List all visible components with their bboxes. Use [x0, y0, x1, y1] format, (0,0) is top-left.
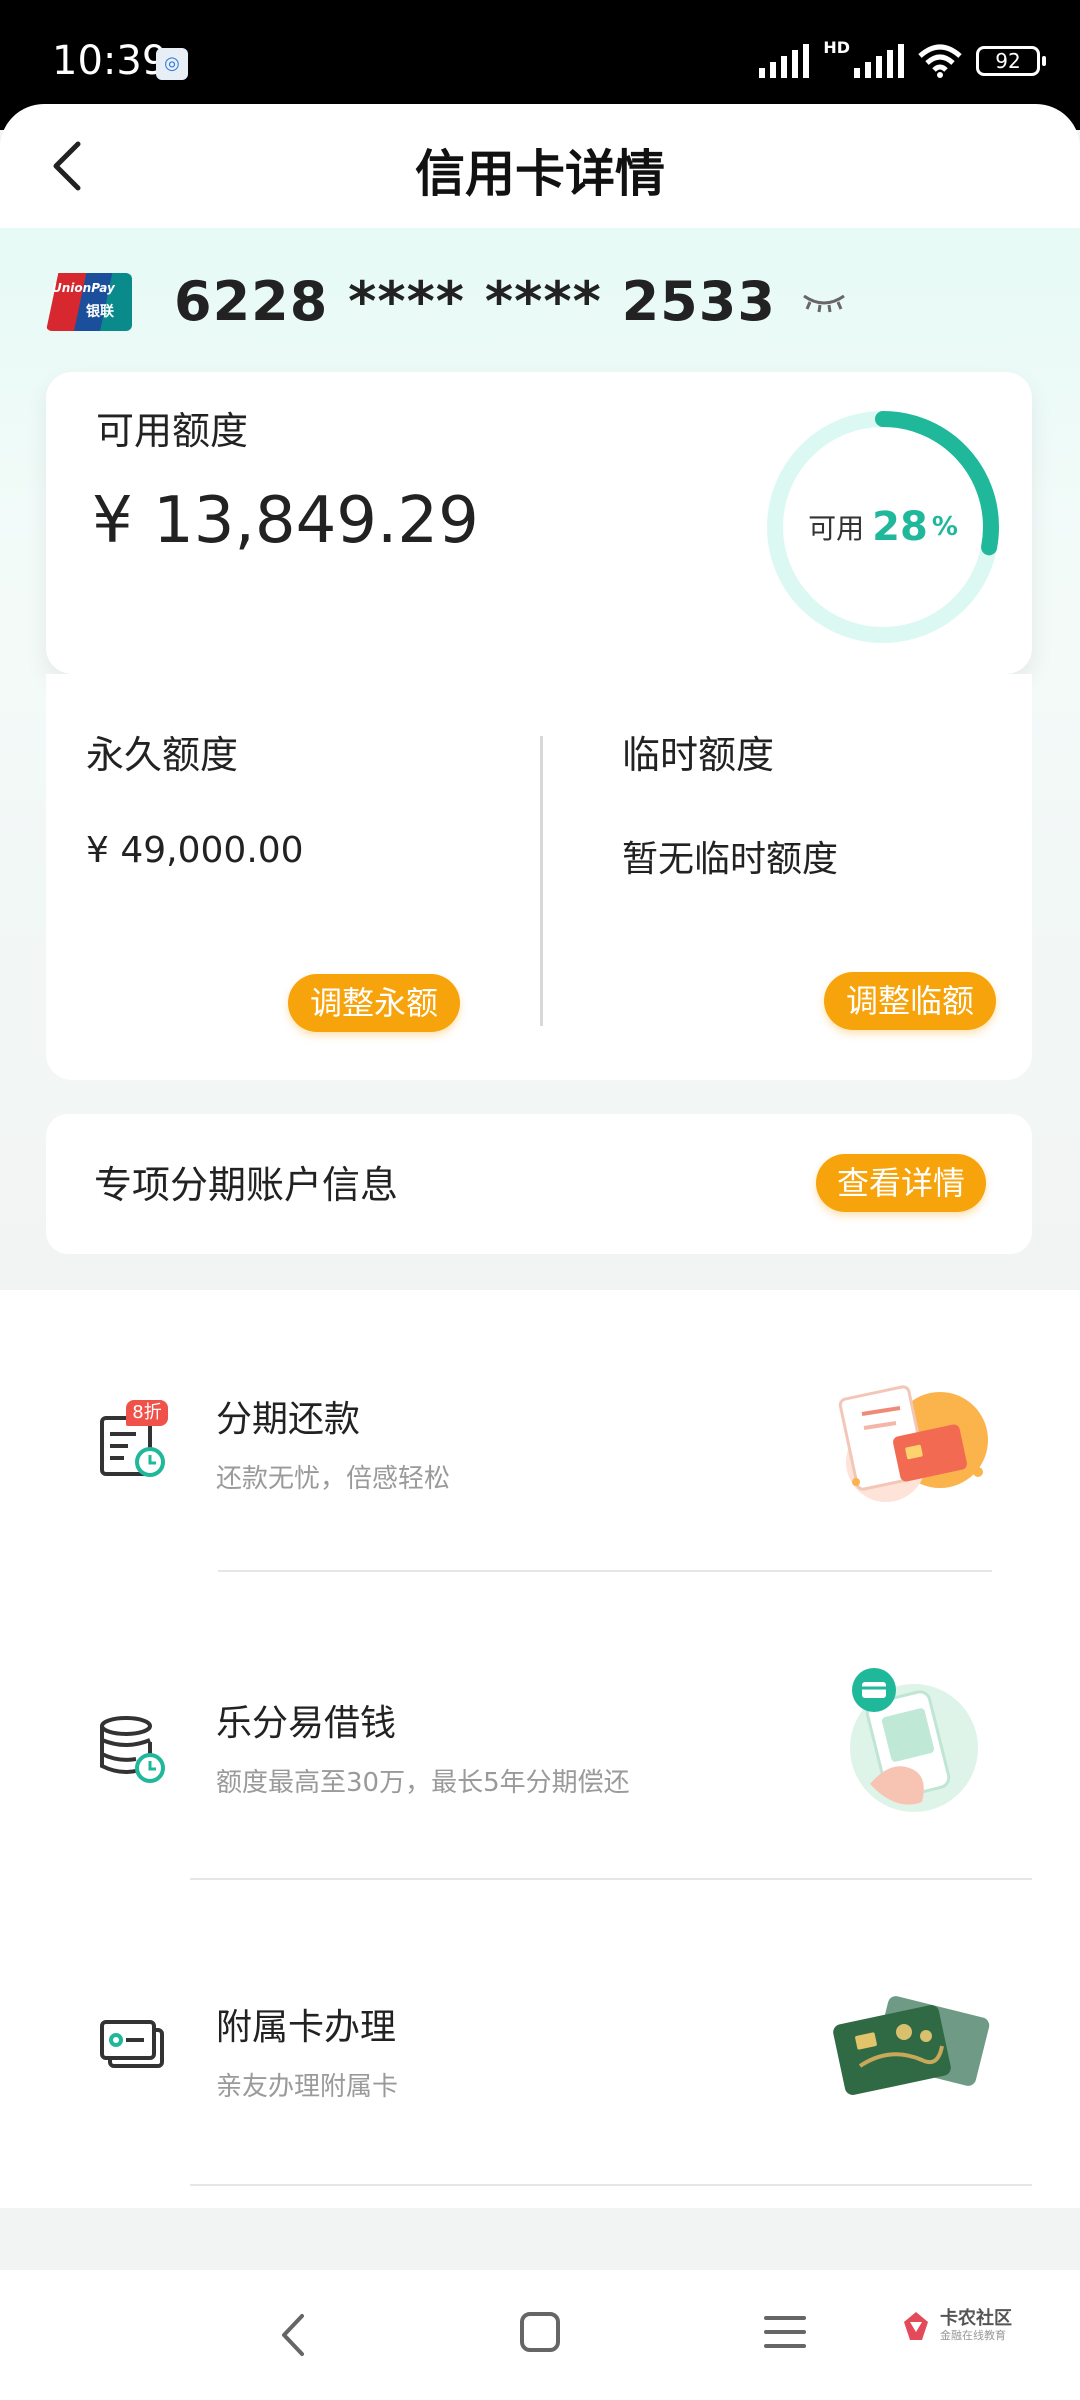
service-subtitle: 还款无忧，倍感轻松 [216, 1464, 451, 1494]
available-credit-card: 可用额度 ¥ 13,849.29 可用 28 % [46, 372, 1032, 674]
service-title: 附属卡办理 [216, 2007, 397, 2048]
signal-icon-2 [854, 44, 904, 78]
page-title: 信用卡详情 [415, 145, 665, 203]
limits-divider [540, 736, 543, 1026]
service-title: 分期还款 [216, 1399, 361, 1440]
phone-hand-illustration [850, 1668, 978, 1812]
ring-label: 可用 [808, 512, 865, 545]
bank-cards-illustration [833, 1996, 990, 2095]
adjust-temporary-limit-button[interactable]: 调整临额 [824, 972, 996, 1030]
services-list: 8折 分期还款 还款无忧，倍感轻松 乐分易借钱 额度最高至30万，最长5年分期偿… [0, 1290, 1080, 2208]
card-number-row: UnionPay 银联 6228 **** **** 2533 [46, 270, 848, 333]
available-credit-amount: ¥ 13,849.29 [92, 484, 479, 558]
service-title: 乐分易借钱 [216, 1703, 397, 1744]
service-divider [190, 2184, 1032, 2186]
permanent-limit-title: 永久额度 [86, 733, 239, 777]
temporary-limit-title: 临时额度 [622, 733, 775, 777]
unionpay-logo: UnionPay 银联 [46, 272, 132, 331]
available-ratio-ring: 可用 28 % [758, 402, 1008, 652]
adjust-permanent-limit-button[interactable]: 调整永额 [288, 974, 460, 1032]
installment-account-row[interactable]: 专项分期账户信息 查看详情 [46, 1114, 1032, 1254]
ring-percent-sign: % [931, 512, 958, 542]
watermark: 卡农社区 金融在线教育 [898, 2308, 1012, 2344]
hd-badge: HD [823, 37, 850, 57]
nav-home-icon[interactable] [518, 2310, 562, 2354]
nav-menu-icon[interactable] [762, 2312, 808, 2352]
watermark-subtitle: 金融在线教育 [940, 2329, 1006, 2342]
status-time: 10:39 [52, 38, 168, 84]
service-divider [218, 1570, 992, 1572]
watermark-title: 卡农社区 [940, 2308, 1012, 2329]
battery-icon: 92 [976, 46, 1046, 76]
service-subtitle: 亲友办理附属卡 [216, 2072, 399, 2102]
available-credit-label: 可用额度 [96, 409, 249, 453]
receipt-card-illustration [838, 1385, 988, 1502]
discount-badge: 8折 [126, 1400, 168, 1426]
permanent-limit-value: ¥ 49,000.00 [86, 830, 304, 871]
coins-clock-icon [100, 1716, 165, 1783]
nav-back-icon[interactable] [270, 2308, 320, 2362]
service-subtitle: 额度最高至30万，最长5年分期偿还 [216, 1768, 630, 1798]
eye-closed-icon[interactable] [800, 290, 848, 314]
ring-percent: 28 [872, 504, 928, 550]
view-details-button[interactable]: 查看详情 [816, 1154, 986, 1212]
system-nav-bar: 卡农社区 金融在线教育 [0, 2270, 1080, 2400]
temporary-limit-value: 暂无临时额度 [622, 839, 839, 880]
wifi-icon [918, 44, 962, 78]
credit-limits-card: 永久额度 ¥ 49,000.00 调整永额 临时额度 暂无临时额度 调整临额 [46, 674, 1032, 1080]
card-number: 6228 **** **** 2533 [174, 270, 776, 333]
location-app-icon: ◎ [156, 48, 188, 80]
cards-icon [100, 2020, 164, 2068]
top-app-bar: 信用卡详情 [0, 104, 1080, 228]
service-divider [190, 1878, 1032, 1880]
status-icons: HD 92 [759, 38, 1046, 78]
installment-account-title: 专项分期账户信息 [94, 1163, 399, 1207]
signal-icon [759, 44, 810, 78]
kanong-logo-icon [904, 2312, 928, 2340]
